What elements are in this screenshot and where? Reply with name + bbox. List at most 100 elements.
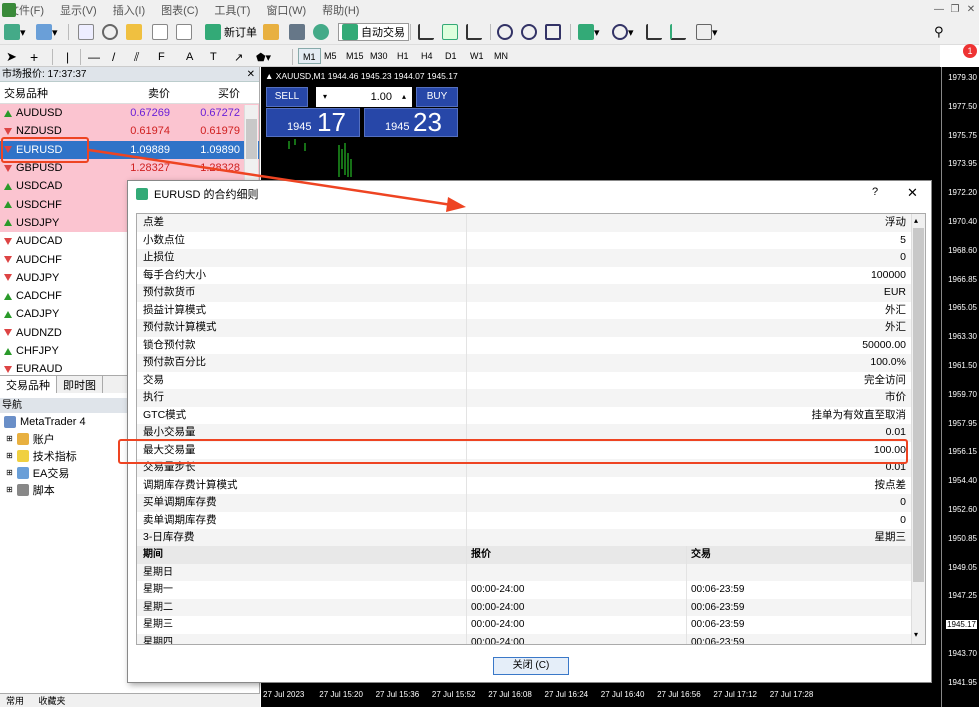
- dialog-close-icon[interactable]: ✕: [907, 185, 918, 201]
- close-panel-icon[interactable]: ✕: [247, 67, 259, 82]
- zoom-out-button[interactable]: [521, 23, 537, 41]
- close-button[interactable]: 关闭 (C): [493, 657, 569, 675]
- timeframe-m30[interactable]: M30: [366, 48, 392, 64]
- restore-icon[interactable]: ❐: [948, 3, 962, 16]
- lot-down-button[interactable]: ▾: [316, 87, 334, 107]
- spec-row: 损益计算模式 外汇: [137, 301, 912, 319]
- notification-badge[interactable]: 1: [963, 44, 977, 58]
- community-button[interactable]: [313, 23, 329, 41]
- timeframe-h4[interactable]: H4: [417, 48, 437, 64]
- timeframe-m5[interactable]: M5: [320, 48, 341, 64]
- new-order-button[interactable]: 新订单: [205, 23, 257, 41]
- spec-value: 5: [900, 233, 906, 246]
- spec-scrollbar[interactable]: ▴ ▾: [911, 214, 925, 644]
- price-scale[interactable]: 1979.30 1977.50 1975.75 1973.95 1972.20 1970.…: [941, 67, 979, 707]
- auto-trade-button[interactable]: 自动交易: [338, 23, 409, 41]
- spec-key: 3-日库存费: [137, 529, 467, 547]
- price-level-label: 1977.50: [948, 101, 977, 111]
- periods-button[interactable]: ▾: [612, 23, 634, 41]
- menu-help[interactable]: 帮助(H): [314, 2, 367, 18]
- row-ask: 1.28328: [200, 162, 240, 175]
- sell-price-button[interactable]: 1945 17: [266, 107, 360, 137]
- menu-view[interactable]: 显示(V): [52, 2, 105, 18]
- shapes-icon[interactable]: ⬟▾: [256, 48, 271, 66]
- terminal-button[interactable]: [152, 23, 168, 41]
- chart-shift-button[interactable]: [646, 23, 662, 41]
- help-button[interactable]: ?: [872, 186, 878, 198]
- col-symbol[interactable]: 交易品种: [0, 85, 104, 101]
- tab-tick-chart[interactable]: 即时图: [57, 376, 103, 393]
- timeframe-m1[interactable]: M1: [298, 48, 321, 64]
- menu-tools[interactable]: 工具(T): [206, 2, 258, 18]
- profiles-icon: [36, 24, 52, 40]
- market-row-audusd[interactable]: AUDUSD 0.67269 0.67272: [0, 104, 259, 123]
- timeframe-h1[interactable]: H1: [393, 48, 413, 64]
- bar-chart-button[interactable]: [418, 23, 434, 41]
- menu-window[interactable]: 窗口(W): [258, 2, 314, 18]
- price-level-label: 1972.20: [948, 188, 977, 198]
- one-click-trading-panel: SELL ▾ 1.00 ▴ BUY 1945 17 1945 23: [266, 87, 458, 137]
- lot-input[interactable]: 1.00: [334, 87, 396, 107]
- search-icon[interactable]: ⚲: [934, 23, 944, 41]
- horizontal-line-icon[interactable]: —: [88, 48, 100, 66]
- candle-chart-button[interactable]: [442, 23, 458, 41]
- trendline-icon[interactable]: /: [112, 48, 115, 66]
- session-row: 星期四 00:00-24:00 00:06-23:59: [137, 633, 912, 644]
- buy-button[interactable]: BUY: [416, 87, 458, 107]
- dialog-app-icon: [136, 188, 148, 200]
- auto-scroll-button[interactable]: [670, 23, 686, 41]
- timeframe-mn[interactable]: MN: [490, 48, 512, 64]
- new-chart-button[interactable]: ▾: [4, 23, 26, 41]
- data-window-button[interactable]: [102, 23, 118, 41]
- close-window-icon[interactable]: ✕: [964, 3, 978, 16]
- spec-value: 100000: [870, 268, 906, 281]
- dialog-titlebar: EURUSD 的合约细则 ? ✕: [128, 181, 931, 207]
- templates-button[interactable]: ▾: [696, 23, 718, 41]
- price-level-label: 1965.05: [948, 303, 977, 313]
- sell-button[interactable]: SELL: [266, 87, 308, 107]
- line-chart-button[interactable]: [466, 23, 482, 41]
- market-watch-icon: [78, 24, 94, 40]
- tab-common[interactable]: 常用: [0, 696, 30, 706]
- signals-button[interactable]: [289, 23, 305, 41]
- menu-insert[interactable]: 插入(I): [105, 2, 153, 18]
- vertical-line-icon[interactable]: |: [66, 48, 69, 66]
- navigator-button[interactable]: [126, 23, 142, 41]
- arrow-down-icon: [4, 127, 12, 135]
- expert-advisor-icon: [16, 466, 29, 479]
- arrow-up-icon: [4, 109, 12, 117]
- indicators-icon: [578, 24, 594, 40]
- label-tool-icon[interactable]: T: [210, 48, 217, 66]
- menu-charts[interactable]: 图表(C): [153, 2, 206, 18]
- profiles-button[interactable]: ▾: [36, 23, 58, 41]
- col-ask[interactable]: 买价: [172, 85, 242, 101]
- lot-up-button[interactable]: ▴: [396, 87, 412, 107]
- price-level-label: 1970.40: [948, 217, 977, 226]
- clock-icon: [612, 24, 628, 40]
- spec-key: 预付款百分比: [137, 354, 467, 372]
- timeframe-m15[interactable]: M15: [342, 48, 368, 64]
- timeframe-w1[interactable]: W1: [466, 48, 488, 64]
- buy-price-button[interactable]: 1945 23: [364, 107, 458, 137]
- tile-windows-button[interactable]: [545, 23, 561, 41]
- tester-button[interactable]: [176, 23, 192, 41]
- col-bid[interactable]: 卖价: [104, 85, 172, 101]
- user-icon: [289, 24, 305, 40]
- spec-row: 止损位 0: [137, 249, 912, 267]
- main-toolbar: ▾ ▾ 新订单 自动交易 ▾ ▾ ▾ ⚲ 1: [0, 20, 979, 58]
- cursor-icon[interactable]: ➤: [6, 48, 17, 66]
- arrow-tool-icon[interactable]: ↗: [234, 48, 243, 66]
- minimize-icon[interactable]: —: [932, 3, 946, 16]
- market-watch-button[interactable]: [78, 23, 94, 41]
- zoom-in-button[interactable]: [497, 23, 513, 41]
- tab-symbols[interactable]: 交易品种: [0, 376, 57, 393]
- channel-icon[interactable]: ⫽: [134, 48, 139, 66]
- text-tool-icon[interactable]: A: [186, 48, 193, 66]
- arrow-down-icon: [4, 256, 12, 264]
- timeframe-d1[interactable]: D1: [441, 48, 461, 64]
- metaeditor-button[interactable]: [263, 23, 279, 41]
- fibonacci-icon[interactable]: F: [158, 48, 165, 66]
- tab-favorites[interactable]: 收藏夹: [33, 696, 72, 706]
- indicators-button[interactable]: ▾: [578, 23, 600, 41]
- crosshair-tool-icon[interactable]: +: [30, 48, 38, 66]
